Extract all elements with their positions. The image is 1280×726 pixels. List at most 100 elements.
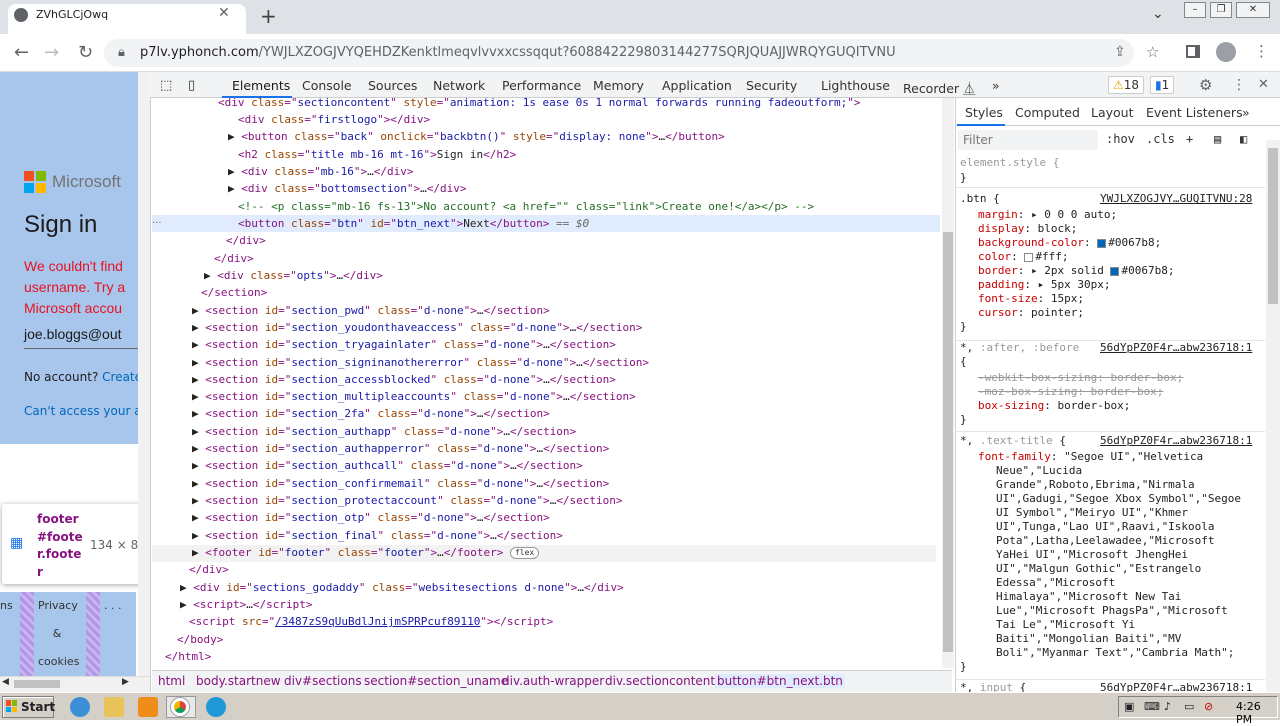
dom-node[interactable]: ▶ <section id="section_signinanothererro…: [192, 354, 649, 371]
volume-icon[interactable]: ♪: [1164, 700, 1171, 713]
cant-access-link[interactable]: Can't access your a: [24, 404, 142, 418]
breadcrumb-item[interactable]: body.startnew: [196, 674, 281, 688]
css-declaration[interactable]: cursor: pointer;: [978, 306, 1084, 320]
dom-node[interactable]: <h2 class="title mb-16 mt-16">Sign in</h…: [238, 146, 516, 163]
color-palette-icon[interactable]: ▤: [1214, 132, 1221, 146]
tab-event-listeners[interactable]: Event Listeners: [1146, 105, 1243, 120]
css-declaration[interactable]: padding: ▸ 5px 30px;: [978, 278, 1110, 292]
menu-icon[interactable]: ⋮: [1254, 42, 1269, 60]
css-declaration[interactable]: border: ▸ 2px solid #0067b8;: [978, 264, 1174, 278]
forward-icon[interactable]: →: [44, 42, 59, 63]
styles-scroll-thumb[interactable]: [1268, 148, 1278, 304]
tab-console[interactable]: Console: [302, 78, 352, 93]
breadcrumb-item[interactable]: div#sections: [284, 674, 362, 688]
css-source-link[interactable]: YWJLXZOGJVY…GUQITVNU:28: [1100, 192, 1252, 206]
more-panes-icon[interactable]: »: [1242, 105, 1250, 120]
reload-icon[interactable]: ↻: [78, 42, 93, 63]
tab-styles[interactable]: Styles: [965, 105, 1003, 120]
more-options-icon[interactable]: ⋮: [1232, 77, 1246, 93]
star-icon[interactable]: ☆: [1146, 43, 1159, 61]
css-declaration[interactable]: color: #fff;: [978, 250, 1069, 264]
messages-badge[interactable]: ▮1: [1150, 76, 1175, 94]
breadcrumb-item-active[interactable]: button#btn_next.btn: [715, 674, 845, 688]
color-swatch[interactable]: [1110, 266, 1120, 276]
dom-node[interactable]: ▶ <section id="section_tryagainlater" cl…: [192, 336, 616, 353]
dom-node[interactable]: <div class="sectioncontent" style="anima…: [218, 98, 860, 111]
tab-performance[interactable]: Performance: [502, 78, 581, 93]
clock[interactable]: 4:26 PM: [1236, 700, 1280, 726]
tab-elements[interactable]: Elements: [232, 78, 290, 93]
dom-node[interactable]: ▶ <section id="section_authapp" class="d…: [192, 423, 576, 440]
ie-icon[interactable]: [70, 697, 90, 717]
device-toggle-icon[interactable]: ▯: [188, 78, 195, 93]
color-swatch[interactable]: [1097, 238, 1107, 248]
css-selector[interactable]: *, .text-title {: [960, 434, 1066, 448]
tab-network[interactable]: Network: [433, 78, 485, 93]
dom-node[interactable]: </div>: [189, 561, 229, 578]
dom-node[interactable]: </html>: [165, 648, 211, 665]
css-declaration[interactable]: -webkit-box-sizing: border-box;: [978, 371, 1183, 385]
dom-node[interactable]: ▶ <section id="section_multipleaccounts"…: [192, 388, 636, 405]
dom-node[interactable]: <script src="/3487zS9qUuBdlJnijmSPRPcuf8…: [189, 613, 553, 630]
dom-node[interactable]: ▶ <button class="back" onclick="backbtn(…: [228, 128, 725, 145]
close-tab-icon[interactable]: ✕: [218, 5, 230, 21]
warnings-badge[interactable]: ⚠18: [1108, 76, 1145, 94]
restore-button[interactable]: ❐: [1210, 2, 1232, 18]
inspect-icon[interactable]: ⬚: [160, 78, 172, 93]
color-swatch[interactable]: [1024, 252, 1034, 262]
breadcrumb-item[interactable]: html: [158, 674, 185, 688]
media-player-icon[interactable]: [138, 697, 158, 717]
dom-node[interactable]: </body>: [177, 631, 223, 648]
folder-icon[interactable]: [104, 697, 124, 717]
dom-node[interactable]: ▶ <div id="sections_godaddy" class="webs…: [180, 579, 624, 596]
back-icon[interactable]: ←: [14, 42, 29, 63]
share-icon[interactable]: ⇪: [1114, 44, 1126, 60]
breadcrumb-item[interactable]: div.auth-wrapper: [502, 674, 604, 688]
css-declaration[interactable]: display: block;: [978, 222, 1077, 236]
css-declaration[interactable]: background-color: #0067b8;: [978, 236, 1161, 250]
display-icon[interactable]: ▭: [1184, 700, 1194, 713]
css-selector[interactable]: *, :after, :before: [960, 341, 1079, 355]
new-rule-icon[interactable]: +: [1186, 132, 1193, 146]
dom-node[interactable]: ▶ <section id="section_final" class="d-n…: [192, 527, 563, 544]
css-declaration[interactable]: margin: ▸ 0 0 0 auto;: [978, 208, 1117, 222]
page-hscroll-thumb[interactable]: [14, 680, 60, 688]
dom-node-footer[interactable]: ▶ <footer id="footer" class="footer">…</…: [192, 544, 540, 561]
css-source-link[interactable]: 56dYpPZ0F4r…abw236718:1: [1100, 341, 1252, 355]
tab-layout[interactable]: Layout: [1091, 105, 1134, 120]
dom-comment[interactable]: <!-- <p class="mb-16 fs-13">No account? …: [238, 198, 814, 215]
alert-icon[interactable]: ⊘: [1204, 700, 1213, 713]
dom-node[interactable]: ▶ <section id="section_pwd" class="d-non…: [192, 302, 550, 319]
gear-icon[interactable]: ⚙: [1199, 76, 1212, 94]
css-source-link[interactable]: 56dYpPZ0F4r…abw236718:1: [1100, 434, 1252, 448]
scroll-right-icon[interactable]: ▶: [122, 677, 129, 687]
elements-scroll-thumb[interactable]: [943, 232, 953, 652]
breadcrumb-item[interactable]: section#section_uname: [364, 674, 508, 688]
minimize-button[interactable]: –: [1184, 2, 1206, 18]
tab-recorder[interactable]: Recorder ⏅: [903, 78, 976, 97]
css-selector[interactable]: element.style {: [960, 156, 1059, 170]
css-declaration[interactable]: font-family: "Segoe UI","Helvetica: [978, 450, 1203, 464]
profile-icon[interactable]: [1216, 42, 1236, 62]
dom-node[interactable]: ▶ <section id="section_authcall" class="…: [192, 457, 583, 474]
create-account-link[interactable]: Create: [102, 370, 142, 384]
dom-node[interactable]: ▶ <div class="bottomsection">…</div>: [228, 180, 466, 197]
tab-security[interactable]: Security: [746, 78, 797, 93]
close-window-button[interactable]: ✕: [1236, 2, 1270, 18]
url-text[interactable]: p7lv.yphonch.com/YWJLXZOGJVYQEHDZKenktlm…: [140, 45, 896, 60]
css-declaration[interactable]: font-size: 15px;: [978, 292, 1084, 306]
hov-toggle[interactable]: :hov: [1106, 132, 1135, 146]
edge-icon[interactable]: [206, 697, 226, 717]
network-icon[interactable]: ▣: [1124, 700, 1134, 713]
more-tabs-icon[interactable]: »: [992, 78, 1000, 93]
dom-node[interactable]: ▶ <section id="section_youdonthaveaccess…: [192, 319, 642, 336]
dom-node[interactable]: ▶ <section id="section_2fa" class="d-non…: [192, 405, 550, 422]
css-declaration[interactable]: box-sizing: border-box;: [978, 399, 1130, 413]
dom-node[interactable]: ▶ <script>…</script>: [180, 596, 312, 613]
dom-node[interactable]: <div class="firstlogo"></div>: [238, 111, 430, 128]
dom-node[interactable]: ▶ <section id="section_authapperror" cla…: [192, 440, 609, 457]
tab-lighthouse[interactable]: Lighthouse: [821, 78, 890, 93]
tab-sources[interactable]: Sources: [368, 78, 417, 93]
tab-application[interactable]: Application: [662, 78, 732, 93]
breadcrumb-item[interactable]: div.sectioncontent: [605, 674, 715, 688]
